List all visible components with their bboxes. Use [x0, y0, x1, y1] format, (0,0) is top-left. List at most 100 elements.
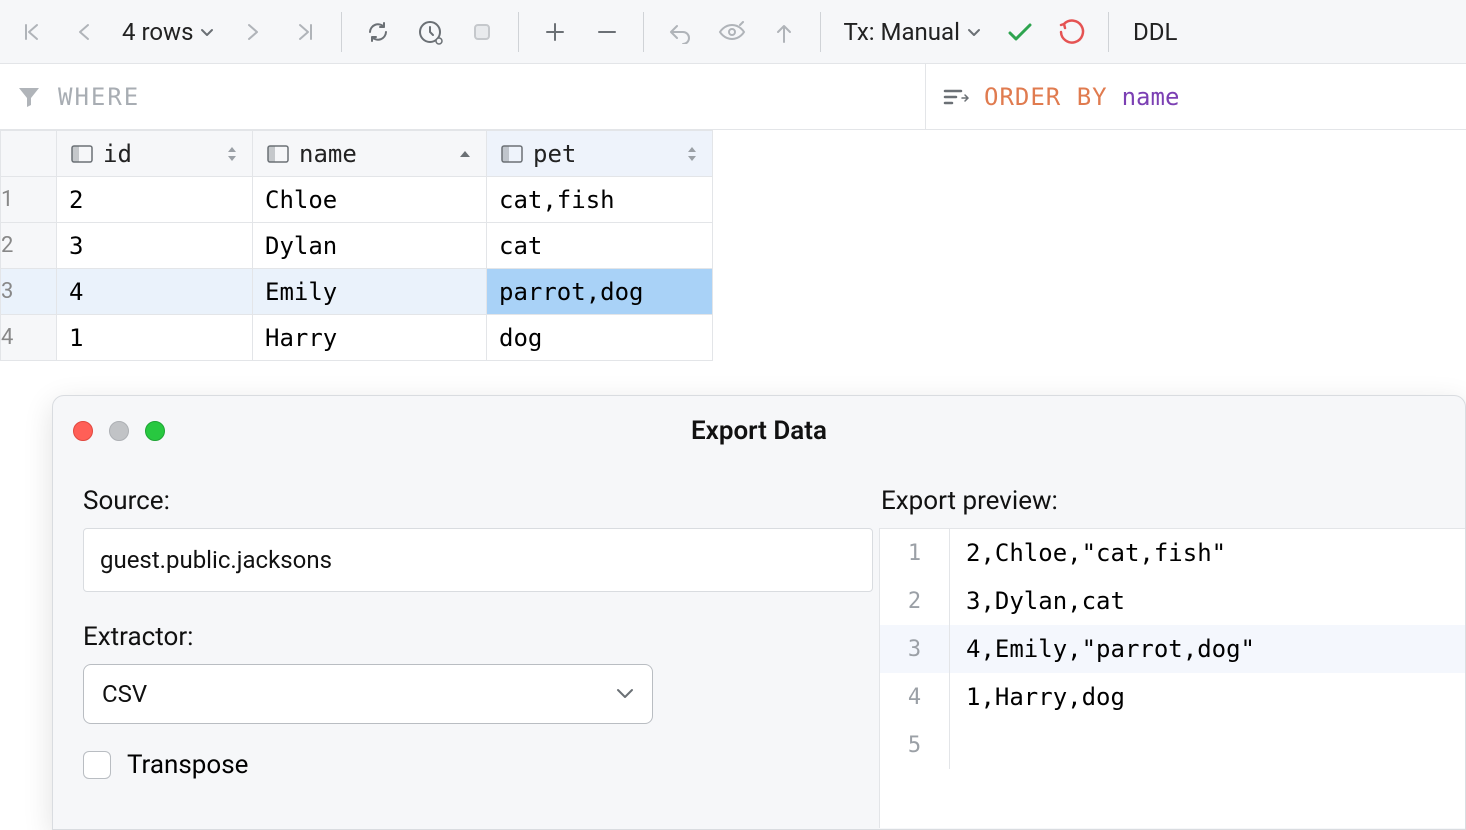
preview-changes-button[interactable]	[708, 8, 756, 56]
row-count-label: 4 rows	[122, 18, 193, 46]
order-by-filter[interactable]: ORDER BY name	[926, 64, 1466, 129]
column-icon	[267, 145, 289, 163]
extractor-value: CSV	[102, 680, 147, 708]
dialog-titlebar: Export Data	[53, 396, 1465, 466]
maximize-window-button[interactable]	[145, 421, 165, 441]
remove-row-button[interactable]	[583, 8, 631, 56]
row-number: 2	[1, 223, 57, 269]
column-header-id[interactable]: id	[57, 131, 253, 177]
stop-button[interactable]	[458, 8, 506, 56]
cell-pet[interactable]: cat,fish	[487, 177, 713, 223]
submit-button[interactable]	[760, 8, 808, 56]
revert-button[interactable]	[656, 8, 704, 56]
prev-page-button[interactable]	[60, 8, 108, 56]
filter-bar: WHERE ORDER BY name	[0, 64, 1466, 130]
filter-icon	[16, 84, 42, 110]
tx-mode-label: Tx: Manual	[843, 18, 959, 46]
sort-indicator-icon	[686, 145, 698, 163]
cell-id[interactable]: 2	[57, 177, 253, 223]
source-value: guest.public.jacksons	[100, 546, 332, 574]
cell-name[interactable]: Harry	[253, 315, 487, 361]
toolbar-separator	[518, 12, 519, 52]
cell-id[interactable]: 3	[57, 223, 253, 269]
row-number: 4	[1, 315, 57, 361]
column-label: id	[103, 140, 132, 168]
preview-line-number: 3	[880, 625, 950, 673]
tx-mode-dropdown[interactable]: Tx: Manual	[833, 18, 991, 46]
sort-asc-icon	[458, 149, 472, 159]
column-icon	[71, 145, 93, 163]
cell-pet[interactable]: cat	[487, 223, 713, 269]
refresh-button[interactable]	[354, 8, 402, 56]
table-row[interactable]: 12Chloecat,fish	[1, 177, 713, 223]
export-data-dialog: Export Data Source: guest.public.jackson…	[52, 395, 1466, 830]
minimize-window-button[interactable]	[109, 421, 129, 441]
order-by-field: name	[1122, 83, 1180, 111]
add-row-button[interactable]	[531, 8, 579, 56]
toolbar: 4 rows Tx: Manual DDL	[0, 0, 1466, 64]
cell-pet[interactable]: dog	[487, 315, 713, 361]
auto-refresh-button[interactable]	[406, 8, 454, 56]
column-label: pet	[533, 140, 576, 168]
where-filter[interactable]: WHERE	[0, 64, 926, 129]
table-row[interactable]: 34Emilyparrot,dog	[1, 269, 713, 315]
preview-line-number: 4	[880, 673, 950, 721]
extractor-select[interactable]: CSV	[83, 664, 653, 724]
ddl-label: DDL	[1133, 18, 1177, 46]
preview-line-text: 4,Emily,"parrot,dog"	[950, 635, 1255, 663]
last-page-button[interactable]	[281, 8, 329, 56]
data-grid: id name pet	[0, 130, 713, 361]
close-window-button[interactable]	[73, 421, 93, 441]
preview-label: Export preview:	[879, 486, 1465, 516]
column-header-pet[interactable]: pet	[487, 131, 713, 177]
source-label: Source:	[83, 486, 849, 516]
preview-line-number: 1	[880, 529, 950, 577]
cell-name[interactable]: Chloe	[253, 177, 487, 223]
preview-line-text: 2,Chloe,"cat,fish"	[950, 539, 1226, 567]
row-number: 1	[1, 177, 57, 223]
ddl-button[interactable]: DDL	[1121, 18, 1189, 46]
toolbar-separator	[341, 12, 342, 52]
table-row[interactable]: 23Dylancat	[1, 223, 713, 269]
row-count-dropdown[interactable]: 4 rows	[112, 18, 225, 46]
toolbar-separator	[1108, 12, 1109, 52]
commit-button[interactable]	[996, 8, 1044, 56]
window-controls	[73, 421, 165, 441]
source-input[interactable]: guest.public.jacksons	[83, 528, 873, 592]
preview-line: 5	[880, 721, 1465, 769]
preview-line-number: 5	[880, 721, 950, 769]
preview-line-number: 2	[880, 577, 950, 625]
transpose-label: Transpose	[127, 750, 248, 780]
preview-line: 41,Harry,dog	[880, 673, 1465, 721]
column-label: name	[299, 140, 357, 168]
export-preview: 12,Chloe,"cat,fish"23,Dylan,cat34,Emily,…	[879, 528, 1465, 828]
transpose-checkbox[interactable]	[83, 751, 111, 779]
preview-line-text: 1,Harry,dog	[950, 683, 1125, 711]
sort-icon	[942, 86, 970, 108]
column-icon	[501, 145, 523, 163]
toolbar-separator	[820, 12, 821, 52]
toolbar-separator	[643, 12, 644, 52]
cell-name[interactable]: Dylan	[253, 223, 487, 269]
dialog-title: Export Data	[691, 416, 827, 446]
sort-indicator-icon	[226, 145, 238, 163]
first-page-button[interactable]	[8, 8, 56, 56]
next-page-button[interactable]	[229, 8, 277, 56]
preview-line: 23,Dylan,cat	[880, 577, 1465, 625]
where-placeholder: WHERE	[58, 83, 140, 111]
order-by-label: ORDER BY	[984, 83, 1108, 111]
cell-id[interactable]: 1	[57, 315, 253, 361]
row-number: 3	[1, 269, 57, 315]
cell-pet[interactable]: parrot,dog	[487, 269, 713, 315]
rollback-button[interactable]	[1048, 8, 1096, 56]
table-row[interactable]: 41Harrydog	[1, 315, 713, 361]
row-number-header	[1, 131, 57, 177]
chevron-down-icon	[616, 688, 634, 700]
column-header-name[interactable]: name	[253, 131, 487, 177]
preview-line-text: 3,Dylan,cat	[950, 587, 1125, 615]
transpose-checkbox-row: Transpose	[83, 750, 849, 780]
cell-id[interactable]: 4	[57, 269, 253, 315]
preview-line: 34,Emily,"parrot,dog"	[880, 625, 1465, 673]
cell-name[interactable]: Emily	[253, 269, 487, 315]
extractor-label: Extractor:	[83, 622, 849, 652]
